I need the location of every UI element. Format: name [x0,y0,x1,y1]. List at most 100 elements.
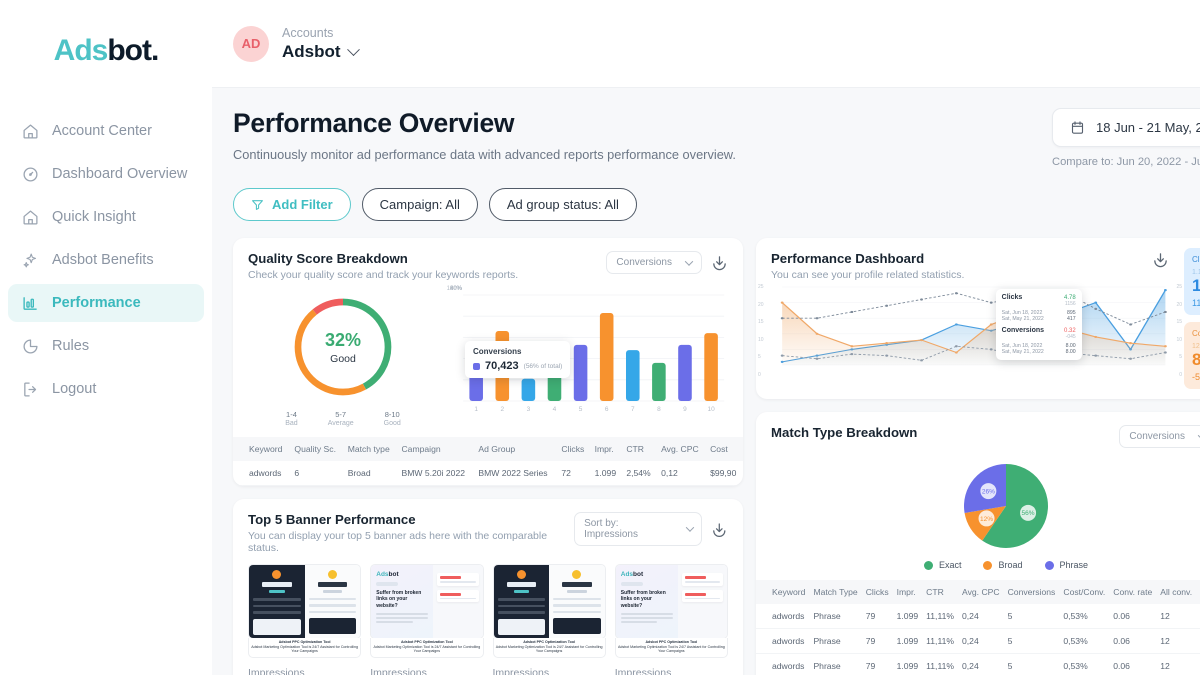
banner-item[interactable]: Adsbot PPC Optimization Tool Adsbot Marke… [248,564,362,675]
table-cell: adwords [756,653,810,675]
legend-swatch [923,560,933,570]
column-header: CTR [922,580,959,604]
banner-thumbnail [492,564,606,639]
column-header: Impr. [590,437,623,461]
quality-score-body: 32% Good 1-4 Bad 5-7 Average 8-10 Good 0… [233,286,743,437]
table-cell: 1.099 [590,461,623,486]
account-switcher[interactable]: Accounts Adsbot [282,25,360,63]
performance-dashboard-title: Performance Dashboard [771,251,925,266]
gauge-icon [22,166,39,183]
tooltip-metric1-name: Clicks [1001,294,1023,301]
quality-score-title: Quality Score Breakdown [248,251,408,266]
legend-label: Bad [285,420,298,427]
campaign-filter-button[interactable]: Campaign: All [361,188,478,221]
x-tick: 10 [707,406,715,413]
logout-icon [22,381,39,398]
sidebar-item-account-center[interactable]: Account Center [8,112,204,150]
sidebar-item-label: Rules [52,338,90,354]
sidebar-item-dashboard-overview[interactable]: Dashboard Overview [8,155,204,193]
dashboard-grid: Quality Score Breakdown Check your quali… [233,238,1200,675]
match-type-table: Keyword Match Type Clicks Impr. CTR Avg. CPC C… [756,580,1200,675]
table-cell: 0.06 [1109,604,1157,629]
download-icon[interactable] [711,254,728,271]
date-range-picker[interactable]: 18 Jun - 21 May, 2022 [1052,108,1200,147]
quality-score-legend: 1-4 Bad 5-7 Average 8-10 Good [285,410,401,427]
metric-previous: 12.00 vs [1192,343,1200,350]
chevron-down-icon [685,523,694,532]
sidebar-item-rules[interactable]: Rules [8,327,204,365]
page-title: Performance Overview [233,108,515,138]
table-cell: 1.099 [892,628,923,654]
line-chart-tooltip: Clicks 4.78 1156 Sat, Jun 18, 2022 895 S… [995,289,1082,360]
brand-logo[interactable]: Adsbot. [0,34,212,68]
sidebar-item-adsbot-benefits[interactable]: Adsbot Benefits [8,241,204,279]
performance-dashboard-left: Performance Dashboard You can see your p… [756,238,1184,399]
table-body: adwords Phrase 79 1.099 11,11% 0,24 5 0,53% 0.06… [756,604,1200,675]
performance-metrics-panel: Clicks 1.109 vs 1,349 115% Conver [1184,238,1200,399]
banner-item[interactable]: Adsbot PPC Optimization Tool Adsbot Marke… [492,564,606,675]
column-header: Campaign [397,437,475,461]
banner-list: Adsbot PPC Optimization Tool Adsbot Marke… [233,560,743,675]
column-header: Cost/All conv. [1196,580,1200,604]
banner-caption: Adsbot PPC Optimization Tool Adsbot Marke… [370,638,484,659]
page-header-right: 18 Jun - 21 May, 2022 Compare to: Jun 20… [1052,108,1200,168]
table-cell: 12 [1156,653,1197,675]
download-icon[interactable] [1152,251,1169,268]
table-cell: 79 [861,628,893,654]
banner-item[interactable]: Adsbot Suffer from broken links on your w… [614,564,728,675]
main-area: AD Accounts Adsbot Performance Overview … [212,0,1200,675]
banner-sort-select[interactable]: Sort by: Impressions [574,512,703,546]
banner-item[interactable]: Adsbot Suffer from broken links on your w… [370,564,484,675]
column-header: Keyword [233,437,291,461]
sidebar-item-quick-insight[interactable]: Quick Insight [8,198,204,236]
metric-header: Clicks [1192,255,1200,264]
banner-thumbnail: Adsbot Suffer from broken links on your w… [614,564,728,639]
table-cell: 24 [1196,628,1200,654]
metric-conversions[interactable]: Conversions 12.00 vs 8.00 -56% [1184,322,1200,389]
metric-clicks[interactable]: Clicks 1.109 vs 1,349 115% [1184,248,1200,315]
quality-score-metric-select[interactable]: Conversions [606,251,702,274]
table-cell: $99,90 [706,461,743,486]
adgroup-status-filter-button[interactable]: Ad group status: All [488,188,637,221]
table-row[interactable]: adwords Phrase 79 1.099 11,11% 0,24 5 0,53% 0.06… [756,653,1200,675]
account-name[interactable]: Adsbot [282,42,360,62]
x-tick: 9 [683,406,687,413]
quality-score-legend-item: 5-7 Average [328,410,354,427]
table-row[interactable]: adwords Phrase 79 1.099 11,11% 0,24 5 0,53% 0.06… [756,604,1200,629]
download-icon[interactable] [711,521,728,538]
table-cell: adwords [233,461,291,486]
add-filter-button[interactable]: Add Filter [233,188,351,221]
accounts-label: Accounts [282,25,334,40]
sidebar-item-performance[interactable]: Performance [8,284,204,322]
legend-swatch [983,560,993,570]
table-row[interactable]: adwords Phrase 79 1.099 11,11% 0,24 5 0,53% 0.06… [756,628,1200,654]
table-cell: BMW 2022 Series [474,461,558,486]
match-type-metric-select[interactable]: Conversions [1119,425,1200,448]
tooltip-row-label: Sat, May 21, 2022 [1001,349,1044,355]
column-header: Clicks [861,580,893,604]
match-type-tools: Conversions [1119,425,1200,448]
match-type-legend: Exact Broad Phrase [756,556,1200,580]
tooltip-swatch [473,362,480,370]
chevron-down-icon [346,43,360,56]
table-cell: 0.06 [1109,653,1157,675]
legend-range: 1-4 [286,410,297,419]
metric-previous: 1.109 vs [1192,269,1200,276]
metric-name: Clicks [1192,255,1200,264]
table-cell: 11,11% [922,653,959,675]
legend-range: 5-7 [335,410,347,419]
table-cell: 0,24 [958,604,1004,629]
match-type-card: Match Type Breakdown Conversions 56% 12% 2… [756,412,1200,675]
sidebar-item-logout[interactable]: Logout [8,370,204,408]
banner-sort-label: Sort by: Impressions [584,518,638,540]
line-chart-svg [780,286,1167,366]
campaign-filter-label: Campaign: All [379,197,460,212]
table-row[interactable]: adwords 6 Broad BMW 5.20i 2022 BMW 2022 Seri… [233,461,743,486]
table-cell: 0.06 [1109,628,1157,654]
quality-score-table: Keyword Quality Sc. Match type Campaign Ad G… [233,437,743,486]
tooltip-row-label: Sat, May 21, 2022 [1001,316,1044,322]
table-cell: 24 [1196,604,1200,629]
metric-delta: 115% [1192,298,1200,308]
quality-score-legend-item: 8-10 Good [384,410,401,427]
sidebar-item-label: Account Center [52,123,152,139]
